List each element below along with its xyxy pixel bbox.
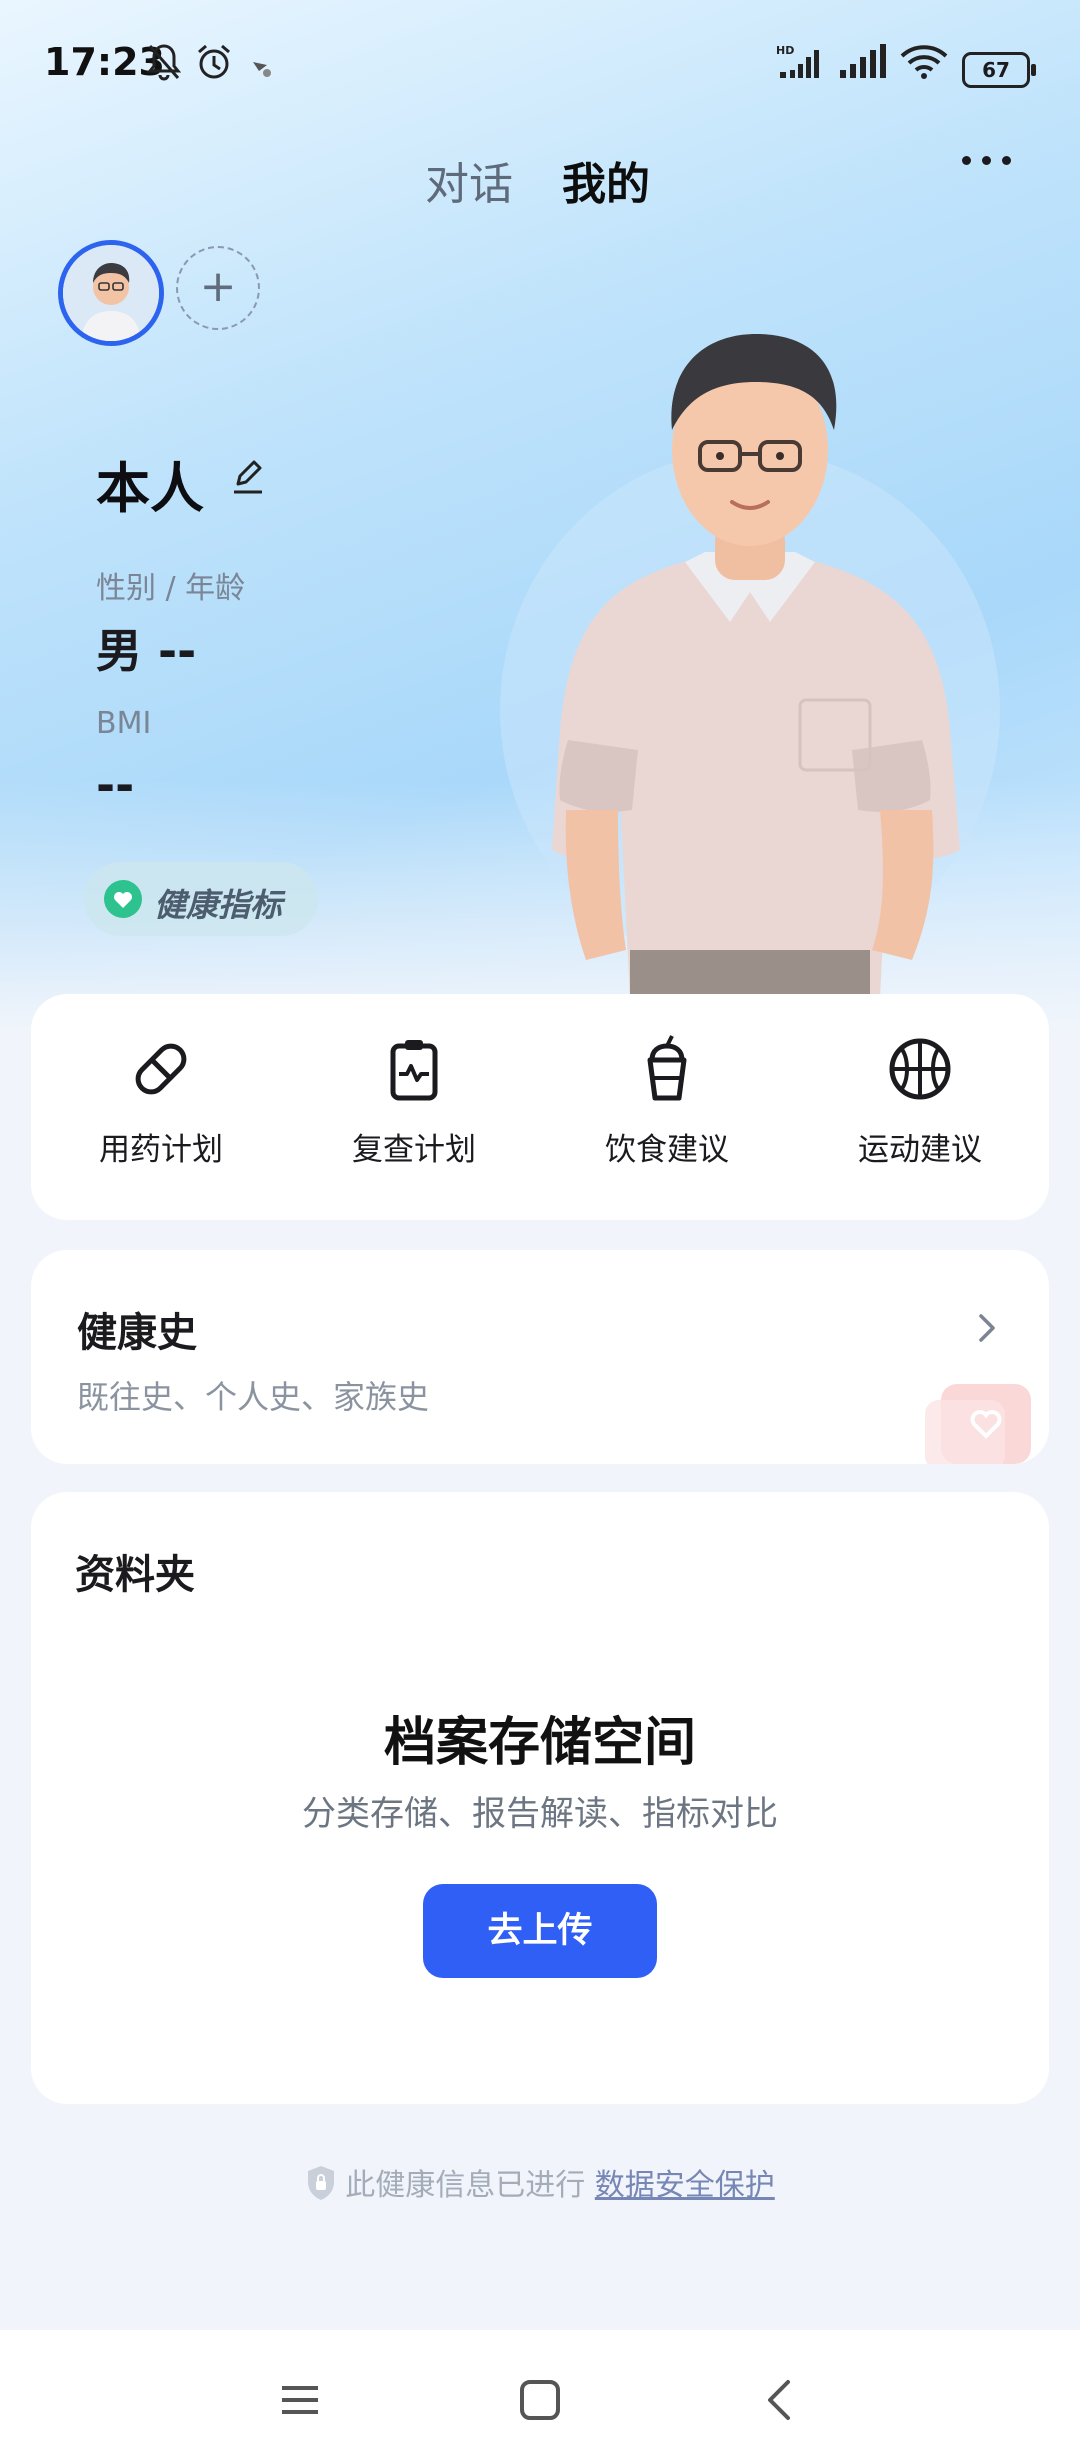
health-history-card[interactable]: 健康史 既往史、个人史、家族史 <box>31 1250 1049 1464</box>
battery-icon: 67 <box>962 52 1036 88</box>
avatar[interactable] <box>58 240 164 346</box>
security-text: 此健康信息已进行 <box>345 2168 586 2203</box>
storage-subtitle: 分类存储、报告解读、指标对比 <box>302 1794 778 1834</box>
security-link[interactable]: 数据安全保护 <box>595 2168 775 2203</box>
security-note: 此健康信息已进行 数据安全保护 <box>0 2160 1080 2204</box>
bmi-label: BMI <box>96 706 152 741</box>
mute-bell-icon <box>146 44 182 81</box>
folder-card: 资料夹 档案存储空间 分类存储、报告解读、指标对比 去上传 <box>31 1492 1049 2104</box>
status-bar: 17:23 HD 67 <box>0 0 1080 130</box>
edit-icon[interactable] <box>228 456 268 496</box>
profile-name: 本人 <box>96 457 204 520</box>
hd-signal-icon: HD <box>776 44 819 78</box>
tab-mine[interactable]: 我的 <box>562 148 650 212</box>
action-label: 运动建议 <box>858 1132 982 1168</box>
wifi-icon <box>900 45 948 79</box>
signal-icon <box>840 44 886 78</box>
folder-title: 资料夹 <box>75 1552 195 1598</box>
avatar-person-icon <box>63 245 159 341</box>
action-label: 饮食建议 <box>605 1132 729 1168</box>
storage-title: 档案存储空间 <box>383 1713 696 1773</box>
shield-lock-icon <box>308 2166 335 2200</box>
action-label: 用药计划 <box>99 1132 223 1168</box>
more-horizontal-icon[interactable] <box>962 150 1022 170</box>
add-member-button[interactable]: + <box>176 246 260 330</box>
clipboard-pulse-icon <box>390 1040 438 1101</box>
heart-icon <box>104 880 142 918</box>
health-indicator-button[interactable]: 健康指标 <box>84 862 318 936</box>
menu-icon[interactable] <box>270 2370 330 2430</box>
heart-folder-icon <box>925 1384 1031 1464</box>
health-indicator-label: 健康指标 <box>154 886 283 924</box>
svg-text:HD: HD <box>776 44 794 57</box>
exercise-advice-button[interactable]: 运动建议 <box>800 1034 1040 1169</box>
quick-actions-card: 用药计划 复查计划 饮食建议 运动建议 <box>31 994 1049 1220</box>
chevron-right-icon <box>979 1314 995 1342</box>
action-label: 复查计划 <box>352 1132 476 1168</box>
back-icon[interactable] <box>750 2370 810 2430</box>
alarm-icon <box>198 44 230 79</box>
medication-plan-button[interactable]: 用药计划 <box>41 1034 281 1169</box>
health-history-title: 健康史 <box>77 1310 197 1356</box>
bmi-value: -- <box>96 758 135 812</box>
system-navigation-bar <box>0 2330 1080 2460</box>
basketball-icon <box>889 1038 951 1100</box>
character-illustration <box>500 334 1000 995</box>
gender-age-label: 性别 / 年龄 <box>96 571 246 606</box>
recheck-plan-button[interactable]: 复查计划 <box>294 1034 534 1169</box>
notification-icon <box>253 62 271 77</box>
upload-button[interactable]: 去上传 <box>423 1884 657 1978</box>
gender-age-value: 男 -- <box>96 624 197 678</box>
diet-advice-button[interactable]: 饮食建议 <box>547 1034 787 1169</box>
health-history-subtitle: 既往史、个人史、家族史 <box>77 1378 430 1416</box>
home-icon[interactable] <box>510 2370 570 2430</box>
pill-icon <box>135 1043 187 1095</box>
tab-dialog[interactable]: 对话 <box>425 148 513 212</box>
drink-cup-icon <box>647 1035 687 1101</box>
